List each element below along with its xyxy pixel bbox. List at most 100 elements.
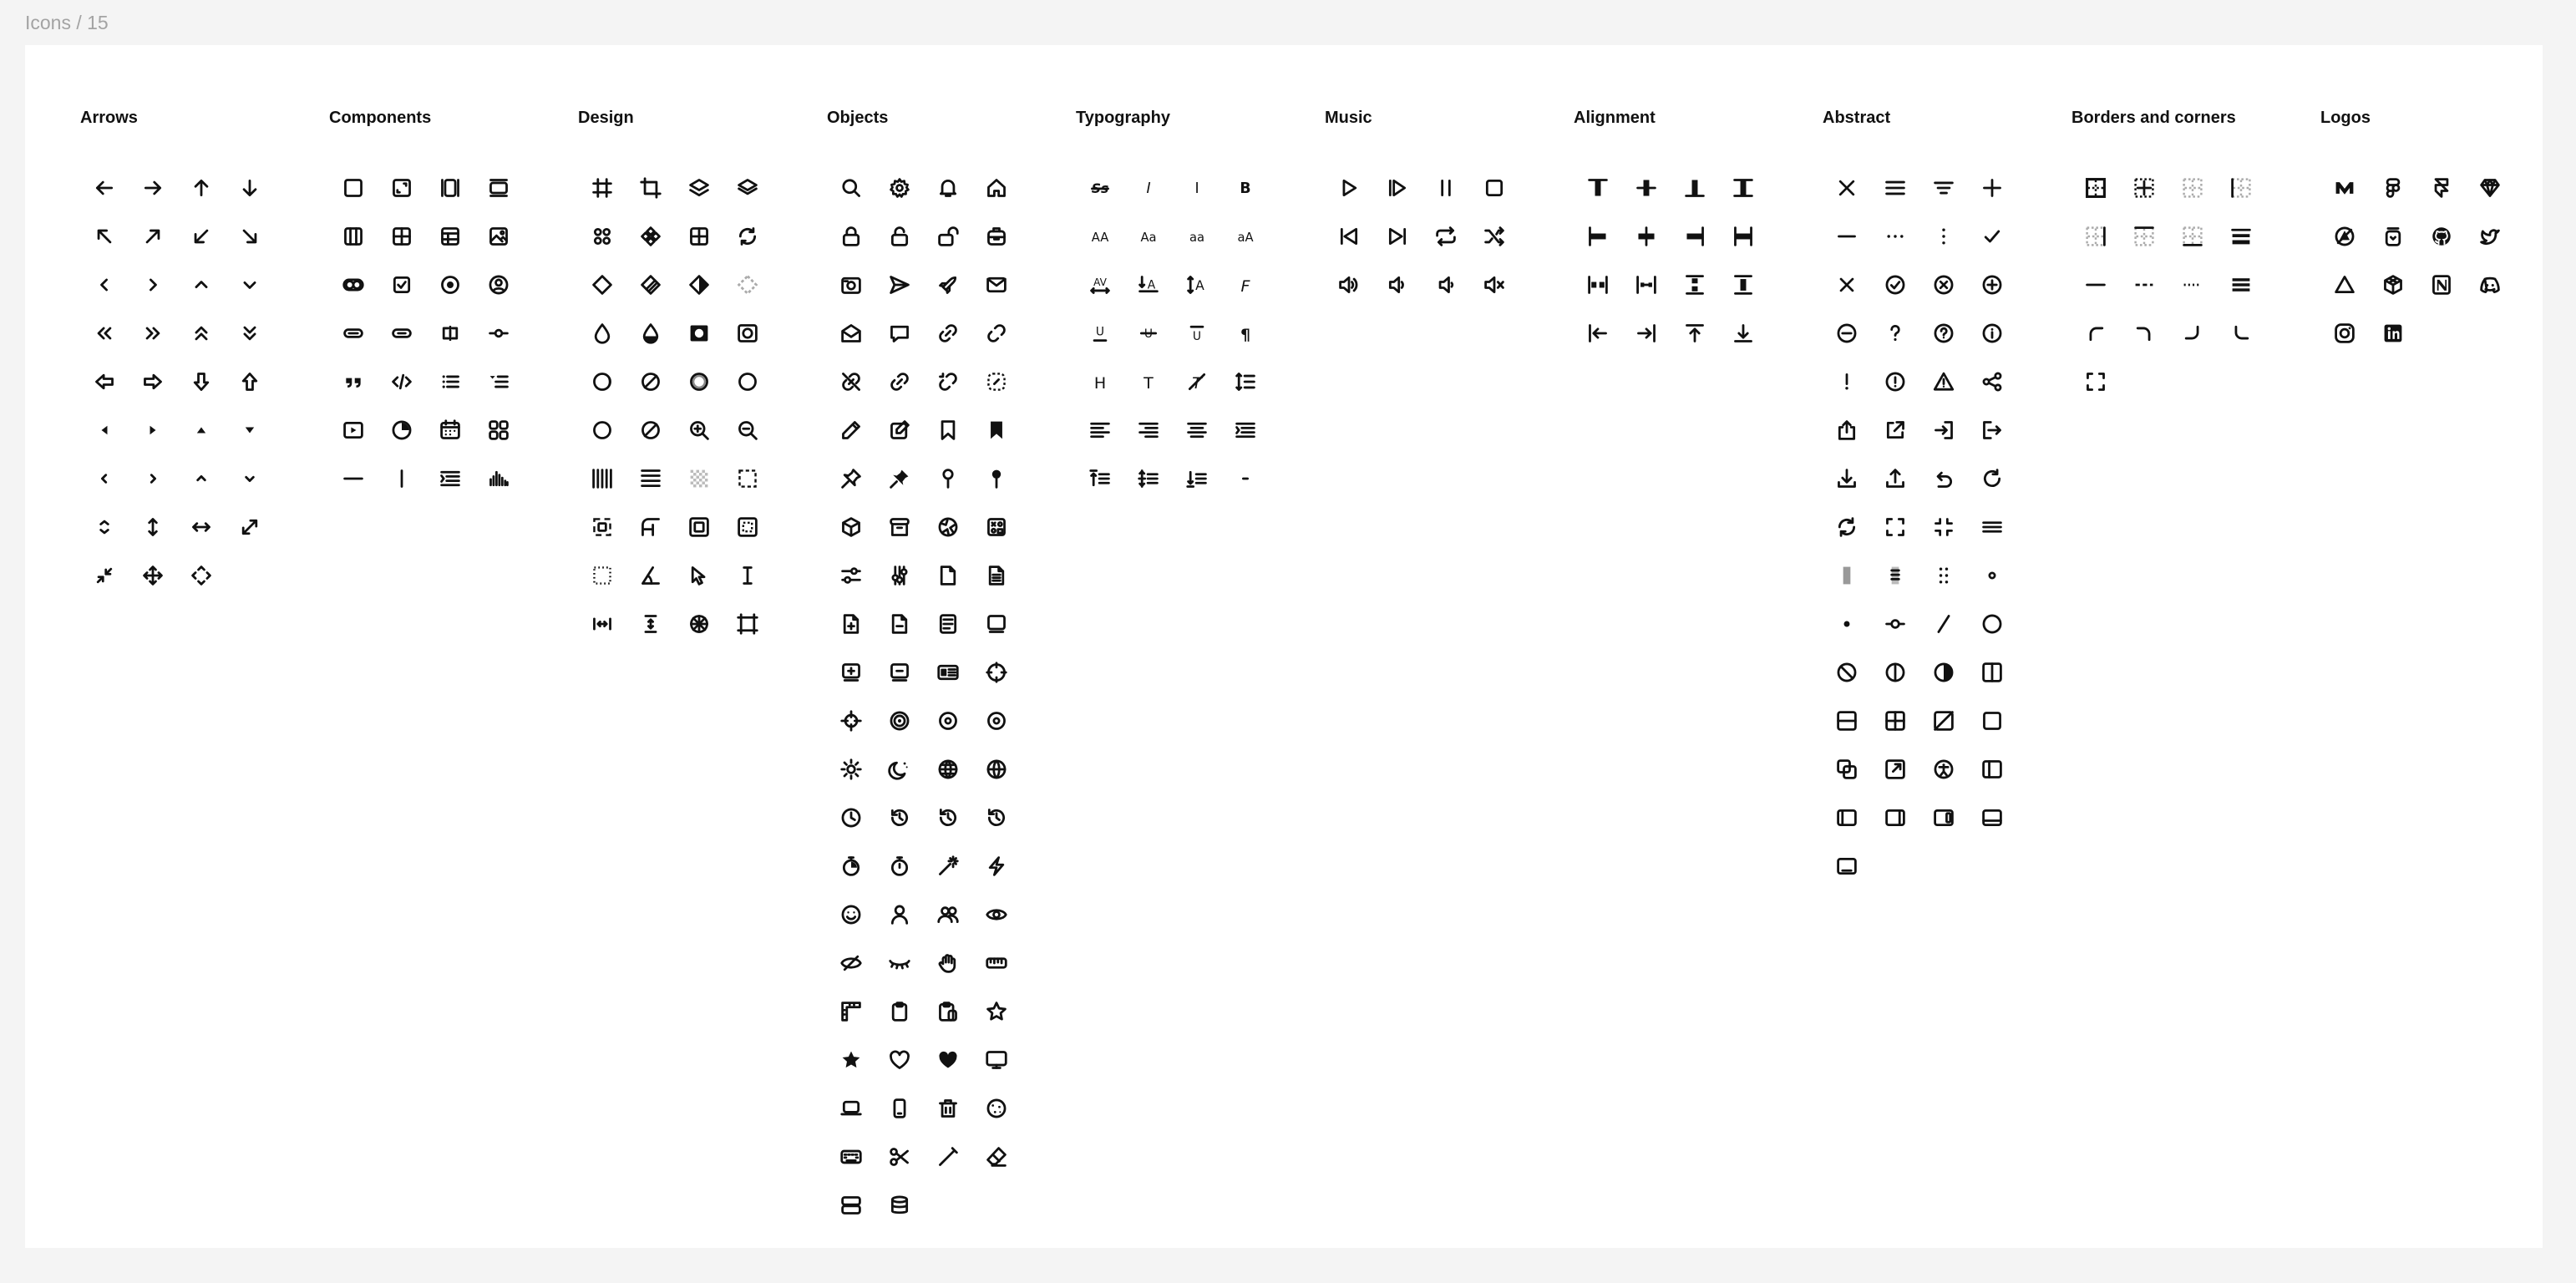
divider-vertical-icon[interactable] xyxy=(378,454,426,503)
reset-arrow-icon[interactable] xyxy=(1919,454,1968,503)
pin-bottom-icon[interactable] xyxy=(1719,309,1767,358)
bookmark-icon[interactable] xyxy=(924,406,972,454)
border-top-icon[interactable] xyxy=(2120,212,2168,261)
iconjar-logo-icon[interactable] xyxy=(2369,212,2417,261)
component-icon[interactable] xyxy=(626,212,675,261)
corners-dashed-icon[interactable] xyxy=(2071,358,2120,406)
component-instance-icon[interactable] xyxy=(675,261,723,309)
menu-lines-icon[interactable] xyxy=(1968,503,2016,551)
arrow-left-icon[interactable] xyxy=(80,164,129,212)
breadcrumb[interactable]: Icons / 15 xyxy=(25,12,109,34)
modulz-logo-icon[interactable] xyxy=(2320,164,2369,212)
row-spacing-icon[interactable] xyxy=(626,454,675,503)
button-icon[interactable] xyxy=(329,309,378,358)
layers-icon[interactable] xyxy=(675,164,723,212)
heading-icon[interactable]: H xyxy=(1076,358,1124,406)
hand-icon[interactable] xyxy=(924,939,972,987)
input-icon[interactable] xyxy=(426,309,474,358)
timer-icon[interactable] xyxy=(972,794,1021,842)
reload-icon[interactable] xyxy=(1968,454,2016,503)
drop-icon[interactable] xyxy=(578,309,626,358)
link-icon[interactable] xyxy=(924,309,972,358)
notion-logo-icon[interactable] xyxy=(2417,261,2466,309)
stretch-vertically-icon[interactable] xyxy=(1719,164,1767,212)
discord-logo-icon[interactable] xyxy=(2466,261,2514,309)
mixer-vertical-icon[interactable] xyxy=(875,551,924,600)
column-spacing-icon[interactable] xyxy=(578,454,626,503)
frame-alt-icon[interactable] xyxy=(723,503,772,551)
stop-icon[interactable] xyxy=(1470,164,1519,212)
tokens-icon[interactable] xyxy=(578,212,626,261)
frame-inset-icon[interactable] xyxy=(675,503,723,551)
border-none-icon[interactable] xyxy=(2168,164,2217,212)
size-icon[interactable] xyxy=(226,503,274,551)
mixer-lines-icon[interactable] xyxy=(1919,164,1968,212)
video-icon[interactable] xyxy=(329,406,378,454)
dashed-square-icon[interactable] xyxy=(723,454,772,503)
letter-case-capitalize-icon[interactable]: Aa xyxy=(1124,212,1173,261)
external-link-icon[interactable] xyxy=(1871,406,1919,454)
minus-icon[interactable] xyxy=(1823,212,1871,261)
strikethrough-icon[interactable]: U xyxy=(1124,309,1173,358)
shadow-none-icon[interactable] xyxy=(626,358,675,406)
dots-vertical-icon[interactable] xyxy=(1919,212,1968,261)
eraser-icon[interactable] xyxy=(972,1133,1021,1181)
zoom-in-icon[interactable] xyxy=(675,406,723,454)
activity-log-icon[interactable] xyxy=(474,454,523,503)
link-2-icon[interactable] xyxy=(875,358,924,406)
chevron-right-icon[interactable] xyxy=(129,261,177,309)
copy-icon[interactable] xyxy=(1823,745,1871,794)
exclamation-icon[interactable] xyxy=(1823,358,1871,406)
columns-icon[interactable] xyxy=(329,212,378,261)
ruler-horizontal-icon[interactable] xyxy=(972,939,1021,987)
line-height-top-icon[interactable] xyxy=(1076,454,1124,503)
camera-icon[interactable] xyxy=(827,261,875,309)
all-sides-icon[interactable] xyxy=(1871,503,1919,551)
card-stack-icon[interactable] xyxy=(972,600,1021,648)
border-all-icon[interactable] xyxy=(2071,164,2120,212)
resume-icon[interactable] xyxy=(1373,164,1422,212)
shadow-inner-icon[interactable] xyxy=(675,358,723,406)
mobile-icon[interactable] xyxy=(875,1084,924,1133)
info-circle-icon[interactable] xyxy=(1968,309,2016,358)
share-icon[interactable] xyxy=(1968,358,2016,406)
rocket-icon[interactable] xyxy=(924,261,972,309)
transparency-grid-icon[interactable] xyxy=(675,454,723,503)
heart-icon[interactable] xyxy=(875,1036,924,1084)
cube-icon[interactable] xyxy=(827,503,875,551)
arrow-bottom-left-icon[interactable] xyxy=(177,212,226,261)
quote-icon[interactable] xyxy=(329,358,378,406)
reader-icon[interactable] xyxy=(924,600,972,648)
stretch-horizontally-icon[interactable] xyxy=(1719,212,1767,261)
bookmark-filled-icon[interactable] xyxy=(972,406,1021,454)
corner-bottom-left-icon[interactable] xyxy=(2217,309,2265,358)
github-logo-icon[interactable] xyxy=(2417,212,2466,261)
radiobutton-icon[interactable] xyxy=(426,261,474,309)
sketch-logo-icon[interactable] xyxy=(2466,164,2514,212)
cross-circle-icon[interactable] xyxy=(1919,261,1968,309)
keyboard-icon[interactable] xyxy=(827,1133,875,1181)
move-icon[interactable] xyxy=(129,551,177,600)
pin-left-icon[interactable] xyxy=(1574,309,1622,358)
question-mark-icon[interactable] xyxy=(1871,309,1919,358)
stopwatch-icon[interactable] xyxy=(827,842,875,890)
border-left-icon[interactable] xyxy=(2217,164,2265,212)
pin-top-icon[interactable] xyxy=(1671,309,1719,358)
file-text-icon[interactable] xyxy=(972,551,1021,600)
triangle-right-icon[interactable] xyxy=(129,406,177,454)
corner-top-right-icon[interactable] xyxy=(2120,309,2168,358)
font-roman-icon[interactable]: I xyxy=(1173,164,1221,212)
speaker-loud-icon[interactable] xyxy=(1325,261,1373,309)
speaker-off-icon[interactable] xyxy=(1470,261,1519,309)
figma-logo-icon[interactable] xyxy=(2369,164,2417,212)
border-solid-icon[interactable] xyxy=(2071,261,2120,309)
magnifying-glass-icon[interactable] xyxy=(827,164,875,212)
link-none-icon[interactable] xyxy=(827,358,875,406)
thick-arrow-left-icon[interactable] xyxy=(80,358,129,406)
image-icon[interactable] xyxy=(474,212,523,261)
sun-icon[interactable] xyxy=(827,745,875,794)
share-box-icon[interactable] xyxy=(1823,406,1871,454)
drawing-pin-filled-icon[interactable] xyxy=(875,454,924,503)
track-previous-icon[interactable] xyxy=(1325,212,1373,261)
scissors-icon[interactable] xyxy=(875,1133,924,1181)
